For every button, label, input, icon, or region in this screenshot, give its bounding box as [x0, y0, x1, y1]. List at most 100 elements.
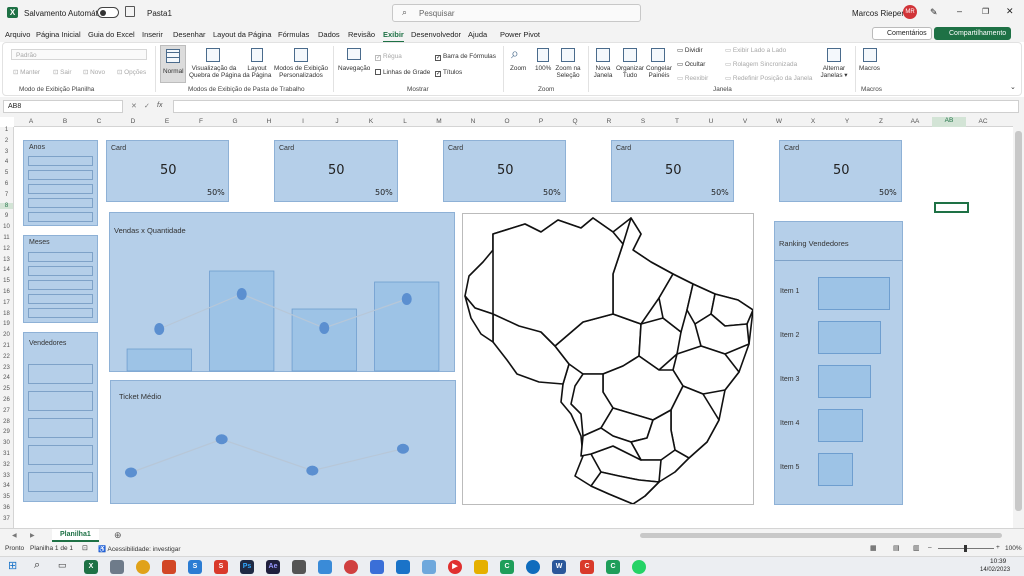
after-effects-icon[interactable]: Ae	[266, 560, 280, 574]
row-header[interactable]: 5	[0, 170, 13, 176]
app-icon[interactable]	[110, 560, 124, 574]
word-icon[interactable]: W	[552, 560, 566, 574]
tab-pagina-inicial[interactable]: Página Inicial	[36, 30, 81, 39]
row-header[interactable]: 1	[0, 127, 13, 133]
column-header[interactable]: Y	[830, 118, 864, 125]
app-icon[interactable]: C	[606, 560, 620, 574]
new-window-button[interactable]: Nova Janela	[589, 65, 617, 79]
column-header[interactable]: I	[286, 118, 320, 125]
app-icon[interactable]: S	[188, 560, 202, 574]
slicer-item[interactable]	[28, 170, 93, 180]
column-header[interactable]: H	[252, 118, 286, 125]
add-sheet-icon[interactable]: ⊕	[114, 530, 122, 541]
zoom-100-button[interactable]: 100%	[535, 65, 551, 72]
app-icon[interactable]	[318, 560, 332, 574]
prev-sheet-icon[interactable]: ◀	[12, 532, 17, 539]
zoom-slider-thumb[interactable]	[964, 545, 967, 552]
column-header[interactable]: AC	[966, 118, 1000, 125]
chart-ticket-medio[interactable]: Ticket Médio	[110, 380, 456, 504]
row-header[interactable]: 20	[0, 332, 13, 338]
tab-revisao[interactable]: Revisão	[348, 30, 375, 39]
switch-windows-button[interactable]: Alternar Janelas ▾	[817, 65, 851, 79]
column-header[interactable]: R	[592, 118, 626, 125]
close-icon[interactable]: ✕	[1006, 6, 1014, 17]
slicer-meses[interactable]: Meses	[23, 235, 98, 323]
column-header[interactable]: AB	[932, 117, 966, 127]
navigation-button[interactable]: Navegação	[338, 65, 370, 72]
tab-dados[interactable]: Dados	[318, 30, 340, 39]
app-icon[interactable]: S	[214, 560, 228, 574]
slicer-item[interactable]	[28, 308, 93, 318]
slicer-item[interactable]	[28, 252, 93, 262]
column-header[interactable]: W	[762, 118, 796, 125]
tab-power-pivot[interactable]: Power Pivot	[500, 30, 540, 39]
zoom-level[interactable]: 100%	[1005, 545, 1022, 552]
row-header[interactable]: 19	[0, 321, 13, 327]
column-header[interactable]: Z	[864, 118, 898, 125]
column-header[interactable]: A	[14, 118, 48, 125]
slicer-item[interactable]	[28, 198, 93, 208]
row-header[interactable]: 11	[0, 235, 13, 241]
row-header[interactable]: 15	[0, 278, 13, 284]
row-header[interactable]: 31	[0, 451, 13, 457]
tab-layout-da-pagina[interactable]: Layout da Página	[213, 30, 271, 39]
row-header[interactable]: 23	[0, 365, 13, 371]
confirm-icon[interactable]: ✓	[144, 102, 150, 110]
normal-view-icon[interactable]: ▦	[870, 544, 877, 552]
avatar[interactable]: MR	[903, 5, 917, 19]
column-header[interactable]: S	[626, 118, 660, 125]
chart-ranking-vendedores[interactable]: Ranking Vendedores Item 1 Item 2 Item 3 Ite…	[774, 221, 903, 505]
row-header[interactable]: 8	[0, 202, 13, 209]
scroll-thumb[interactable]	[1015, 131, 1022, 511]
sync-scroll-button[interactable]: ▭ Rolagem Sincronizada	[725, 61, 797, 68]
row-header[interactable]: 16	[0, 289, 13, 295]
slicer-item[interactable]	[28, 184, 93, 194]
column-header[interactable]: U	[694, 118, 728, 125]
slicer-item[interactable]	[28, 418, 93, 438]
formula-input[interactable]	[173, 100, 1019, 113]
comments-button[interactable]: Comentários	[872, 27, 932, 40]
row-header[interactable]: 2	[0, 138, 13, 144]
windows-start-icon[interactable]: ⊞	[8, 559, 17, 572]
sheet-tab-planilha1[interactable]: Planilha1	[52, 529, 99, 542]
row-header[interactable]: 10	[0, 224, 13, 230]
column-header[interactable]: O	[490, 118, 524, 125]
search-input[interactable]: Pesquisar	[392, 4, 641, 22]
side-by-side-button[interactable]: ▭ Exibir Lado a Lado	[725, 47, 786, 54]
column-header[interactable]: N	[456, 118, 490, 125]
column-header[interactable]: T	[660, 118, 694, 125]
manter-button[interactable]: ⊡ Manter	[13, 69, 40, 76]
folder-icon[interactable]	[474, 560, 488, 574]
headset-icon[interactable]	[370, 560, 384, 574]
slicer-item[interactable]	[28, 445, 93, 465]
next-sheet-icon[interactable]: ▶	[30, 532, 35, 539]
row-header[interactable]: 6	[0, 181, 13, 187]
selected-cell[interactable]	[934, 202, 969, 213]
row-header[interactable]: 30	[0, 440, 13, 446]
macros-button[interactable]: Macros	[859, 65, 880, 72]
slicer-vendedores[interactable]: Vendedores	[23, 332, 98, 502]
row-header[interactable]: 9	[0, 213, 13, 219]
opcoes-button[interactable]: ⊡ Opções	[117, 69, 146, 76]
row-header[interactable]: 18	[0, 311, 13, 317]
slicer-item[interactable]	[28, 280, 93, 290]
collapse-ribbon-icon[interactable]: ⌄	[1010, 83, 1016, 91]
custom-views-button[interactable]: Modos de Exibição Personalizados	[273, 65, 329, 79]
tab-formulas[interactable]: Fórmulas	[278, 30, 309, 39]
freeze-panes-button[interactable]: Congelar Painéis	[644, 65, 674, 79]
share-button[interactable]: Compartilhamento	[934, 27, 1012, 40]
column-header[interactable]: C	[82, 118, 116, 125]
zoom-selection-button[interactable]: Zoom na Seleção	[553, 65, 583, 79]
sheet-view-dropdown[interactable]: Padrão	[11, 49, 147, 60]
slicer-item[interactable]	[28, 156, 93, 166]
slicer-item[interactable]	[28, 266, 93, 276]
page-break-preview-button[interactable]: Visualização da Quebra de Página	[189, 65, 241, 79]
app-icon[interactable]	[162, 560, 176, 574]
save-icon[interactable]	[125, 6, 135, 17]
row-header[interactable]: 14	[0, 267, 13, 273]
app-icon[interactable]	[344, 560, 358, 574]
row-header[interactable]: 7	[0, 192, 13, 198]
row-header[interactable]: 26	[0, 397, 13, 403]
vertical-scrollbar[interactable]	[1013, 117, 1024, 528]
tab-guia-do-excel[interactable]: Guia do Excel	[88, 30, 135, 39]
